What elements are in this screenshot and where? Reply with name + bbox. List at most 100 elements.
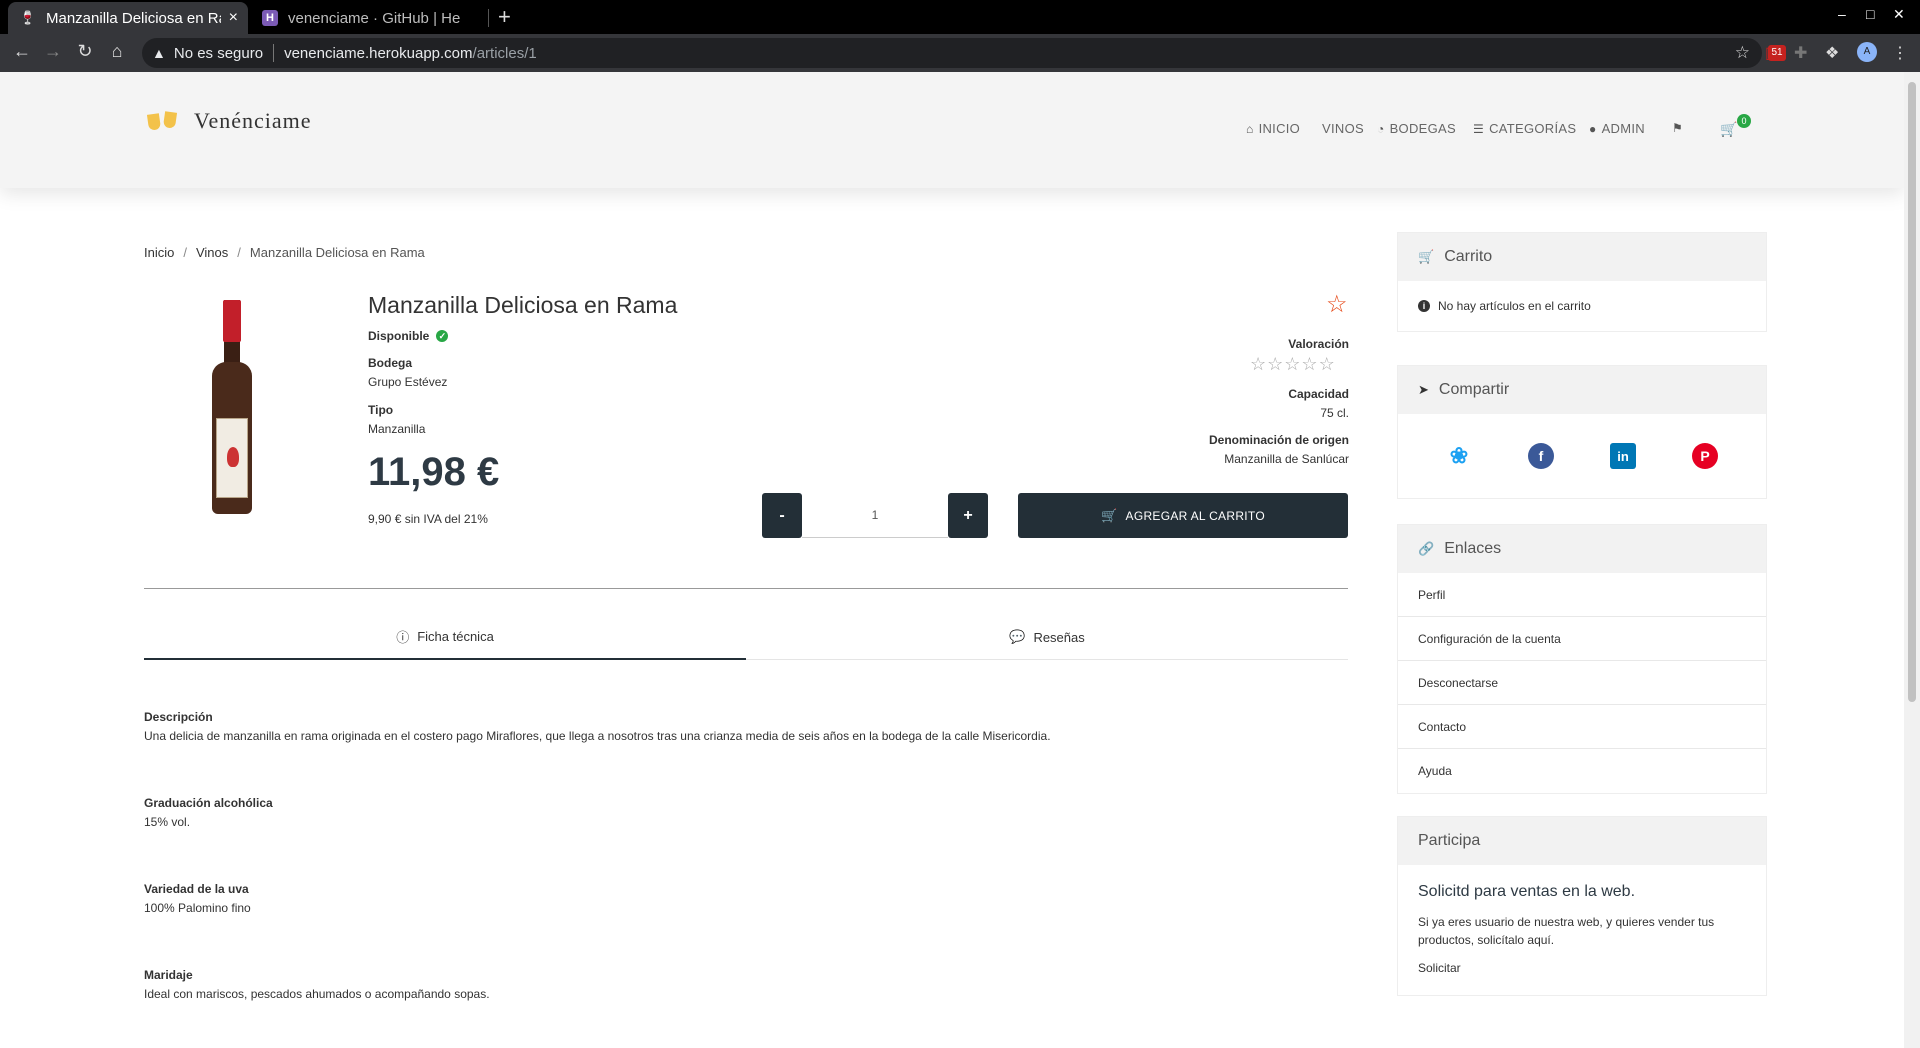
minimize-icon[interactable]: –	[1838, 6, 1846, 22]
nav-item-admin[interactable]: ● ADMIN	[1589, 121, 1645, 136]
divider	[144, 588, 1348, 589]
link-contacto[interactable]: Contacto	[1398, 705, 1766, 749]
star-icon[interactable]: ☆	[1301, 354, 1318, 374]
site-logo[interactable]: Venénciame	[146, 104, 312, 138]
rating-label: Valoración	[1288, 337, 1349, 351]
link-icon: 🔗	[1418, 541, 1435, 556]
menu-icon[interactable]: ⋮	[1892, 43, 1908, 63]
breadcrumb-link[interactable]: Vinos	[196, 245, 228, 260]
quantity-increase-button[interactable]: +	[948, 493, 988, 538]
browser-tabbar: 🍷 Manzanilla Deliciosa en Ra × H venenci…	[0, 0, 1920, 34]
price-without-tax: 9,90 € sin IVA del 21%	[368, 512, 488, 526]
product-title: Manzanilla Deliciosa en Rama	[368, 292, 678, 318]
close-window-icon[interactable]: ✕	[1893, 6, 1905, 23]
breadcrumb-link[interactable]: Inicio	[144, 245, 174, 260]
url-host: venenciame.herokuapp.com	[284, 44, 473, 62]
availability: Disponible ✓	[368, 329, 449, 343]
breadcrumb-current: Manzanilla Deliciosa en Rama	[249, 245, 425, 260]
list-icon: ☰	[1473, 121, 1485, 136]
tab-title: Manzanilla Deliciosa en Ra	[46, 9, 221, 27]
profile-avatar[interactable]: A	[1857, 42, 1877, 62]
link-desconectarse[interactable]: Desconectarse	[1398, 661, 1766, 705]
cart-card: 🛒 Carrito i No hay artículos en el carri…	[1397, 232, 1767, 332]
add-to-cart-button[interactable]: 🛒 AGREGAR AL CARRITO	[1018, 493, 1348, 538]
tab-ficha-tecnica[interactable]: ⓘ Ficha técnica	[144, 614, 746, 660]
nav-item-vinos[interactable]: VINOS	[1322, 121, 1364, 136]
new-tab-button[interactable]: +	[498, 4, 511, 30]
address-bar[interactable]: ▲ No es seguro venenciame.herokuapp.com /…	[142, 38, 1762, 68]
quantity-decrease-button[interactable]: -	[762, 493, 802, 538]
star-icon[interactable]: ☆	[1267, 354, 1284, 374]
barrel-icon: ◔	[1377, 121, 1385, 136]
pinterest-icon[interactable]: P	[1692, 443, 1718, 469]
breadcrumb-separator: /	[237, 245, 241, 260]
share-card: ➤ Compartir ❀ f in P	[1397, 365, 1767, 499]
extension-badge: 51	[1768, 45, 1786, 61]
heroku-icon: H	[262, 10, 278, 26]
product-price: 11,98 €	[368, 450, 500, 494]
star-icon[interactable]: ☆	[1250, 354, 1267, 374]
winery-value[interactable]: Grupo Estévez	[368, 375, 447, 389]
nav-label: VINOS	[1322, 121, 1364, 136]
reload-icon[interactable]: ↻	[73, 41, 97, 62]
wine-glass-icon: 🍷	[19, 10, 37, 25]
nav-item-inicio[interactable]: ⌂ INICIO	[1246, 121, 1300, 136]
check-icon: ✓	[436, 330, 449, 342]
origin-value[interactable]: Manzanilla de Sanlúcar	[1224, 452, 1349, 466]
bell-icon: ⚑	[1672, 121, 1684, 135]
solicitar-link[interactable]: Solicitar	[1418, 961, 1746, 975]
cart-icon: 🛒	[1720, 121, 1738, 137]
browser-toolbar: ← → ↻ ⌂ ▲ No es seguro venenciame.heroku…	[0, 34, 1920, 72]
facebook-icon[interactable]: f	[1528, 443, 1554, 469]
type-label: Tipo	[368, 403, 394, 417]
twitter-icon[interactable]: ❀	[1446, 443, 1472, 469]
nav-item-bodegas[interactable]: ◔ BODEGAS	[1377, 121, 1456, 136]
home-icon[interactable]: ⌂	[105, 41, 129, 62]
type-value[interactable]: Manzanilla	[368, 422, 425, 436]
link-ayuda[interactable]: Ayuda	[1398, 749, 1766, 793]
origin-label: Denominación de origen	[1208, 433, 1349, 447]
capacity-value: 75 cl.	[1320, 406, 1349, 420]
warning-icon: ▲	[152, 45, 166, 61]
nav-item-categorias[interactable]: ☰ CATEGORÍAS	[1473, 121, 1576, 136]
back-icon[interactable]: ←	[10, 41, 34, 62]
cart-icon: 🛒	[1101, 507, 1118, 523]
card-title: Carrito	[1444, 248, 1493, 265]
nav-label: ADMIN	[1601, 121, 1645, 136]
link-configuracion[interactable]: Configuración de la cuenta	[1398, 617, 1766, 661]
card-header: ➤ Compartir	[1398, 366, 1766, 414]
url-path: /articles/1	[472, 44, 537, 62]
cart-count-badge: 0	[1737, 114, 1751, 128]
close-tab-icon[interactable]: ×	[229, 9, 238, 27]
winery-label: Bodega	[368, 356, 413, 370]
notifications-bell[interactable]: ⚑	[1672, 121, 1688, 135]
comments-icon: 💬	[1009, 629, 1026, 644]
favorite-star-icon[interactable]: ☆	[1326, 290, 1348, 319]
maximize-icon[interactable]: □	[1866, 6, 1874, 22]
link-perfil[interactable]: Perfil	[1398, 573, 1766, 617]
page-scrollbar[interactable]	[1904, 72, 1920, 1048]
share-icon: ➤	[1418, 382, 1429, 397]
participa-text: Si ya eres usuario de nuestra web, y qui…	[1418, 915, 1715, 947]
tab-resenas[interactable]: 💬 Reseñas	[746, 614, 1348, 660]
bookmark-star-icon[interactable]: ☆	[1735, 43, 1750, 63]
forward-icon[interactable]: →	[41, 41, 65, 62]
scrollbar-thumb[interactable]	[1908, 82, 1916, 702]
browser-tab[interactable]: H venenciame · GitHub | He	[250, 2, 488, 34]
nav-label: BODEGAS	[1389, 121, 1456, 136]
tab-label: Ficha técnica	[417, 628, 494, 644]
browser-tab-active[interactable]: 🍷 Manzanilla Deliciosa en Ra ×	[8, 2, 248, 34]
quantity-input[interactable]	[802, 493, 948, 538]
puzzle-icon[interactable]: ❖	[1825, 43, 1839, 63]
star-icon[interactable]: ☆	[1319, 354, 1336, 374]
description-value: Una delicia de manzanilla en rama origin…	[144, 729, 1051, 743]
links-card: 🔗 Enlaces Perfil Configuración de la cue…	[1397, 524, 1767, 794]
linkedin-icon[interactable]: in	[1610, 443, 1636, 469]
extension-icon[interactable]: ✚	[1794, 43, 1807, 63]
star-icon[interactable]: ☆	[1284, 354, 1301, 374]
grape-value: 100% Palomino fino	[144, 901, 251, 915]
product-image	[208, 300, 256, 514]
rating-stars[interactable]: ☆☆☆☆☆	[1250, 354, 1336, 375]
participa-card: Participa Solicitd para ventas en la web…	[1397, 816, 1767, 996]
card-header: 🛒 Carrito	[1398, 233, 1766, 281]
